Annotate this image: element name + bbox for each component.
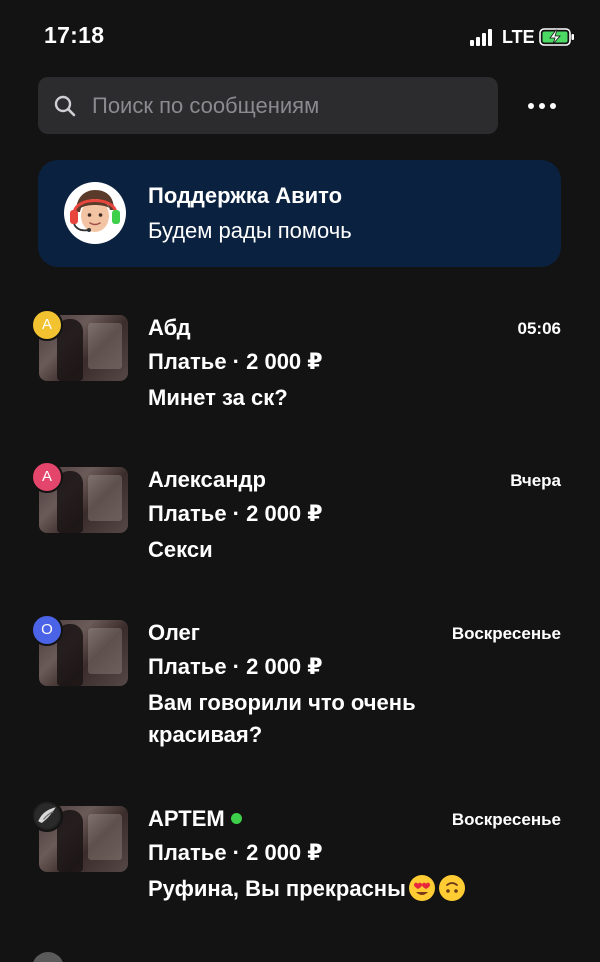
chat-user-name: Олег	[148, 620, 200, 645]
chat-item[interactable]: А Абд 05:06 Платье · 2 000 ₽ Минет за ск…	[0, 309, 600, 425]
chat-user-name: Абд	[148, 315, 191, 340]
messages-screen: 17:18 LTE Поиск по сообщениям Поддержка …	[0, 0, 600, 962]
status-time: 17:18	[44, 22, 105, 48]
next-chat-avatar	[32, 952, 64, 962]
chat-user-name: АРТЕМ	[148, 806, 225, 831]
support-agent-avatar	[64, 182, 126, 244]
chat-user-name-row: АРТЕМ	[148, 806, 242, 832]
chat-item[interactable]: О Олег Воскресенье Платье · 2 000 ₽ Вам …	[0, 614, 600, 760]
chat-last-message: Минет за ск?	[148, 385, 288, 410]
chat-last-message-row: Руфина, Вы прекрасны	[148, 873, 548, 905]
support-title: Поддержка Авито	[148, 183, 343, 208]
chat-last-message: Руфина, Вы прекрасны	[148, 876, 406, 901]
heart-eyes-emoji	[408, 875, 435, 901]
support-subtitle: Будем рады помочь	[148, 218, 352, 243]
user-avatar-badge: А	[31, 461, 63, 493]
user-photo-avatar	[31, 800, 63, 832]
online-status-dot	[230, 813, 242, 824]
chat-user-name: Александр	[148, 467, 266, 492]
status-bar: 17:18 LTE	[0, 0, 600, 70]
support-card[interactable]: Поддержка Авито Будем рады помочь	[38, 160, 561, 267]
chat-last-message: Секси	[148, 537, 213, 562]
upside-down-face-emoji	[438, 875, 465, 901]
chat-time: Вчера	[510, 471, 561, 490]
chat-last-message: Вам говорили что очень красивая?	[148, 690, 416, 747]
search-input[interactable]	[92, 77, 488, 134]
chat-ad-title: Платье · 2 000 ₽	[148, 501, 323, 526]
chat-time: Воскресенье	[451, 810, 561, 829]
user-avatar-badge: А	[31, 309, 63, 341]
more-options-button[interactable]	[522, 86, 562, 126]
chat-time: 05:06	[517, 319, 561, 338]
signal-icon	[470, 28, 496, 46]
user-avatar-badge: О	[31, 614, 63, 646]
chat-item[interactable]: АРТЕМ Воскресенье Платье · 2 000 ₽ Руфин…	[0, 800, 600, 916]
chat-time: Воскресенье	[451, 624, 561, 643]
chat-item[interactable]: А Александр Вчера Платье · 2 000 ₽ Секси	[0, 461, 600, 577]
battery-charging-icon	[539, 28, 574, 46]
chat-ad-title: Платье · 2 000 ₽	[148, 349, 323, 374]
search-bar[interactable]	[38, 77, 498, 134]
chat-ad-title: Платье · 2 000 ₽	[148, 840, 323, 865]
network-type: LTE	[502, 27, 535, 47]
search-icon	[54, 95, 76, 117]
chat-ad-title: Платье · 2 000 ₽	[148, 654, 323, 679]
